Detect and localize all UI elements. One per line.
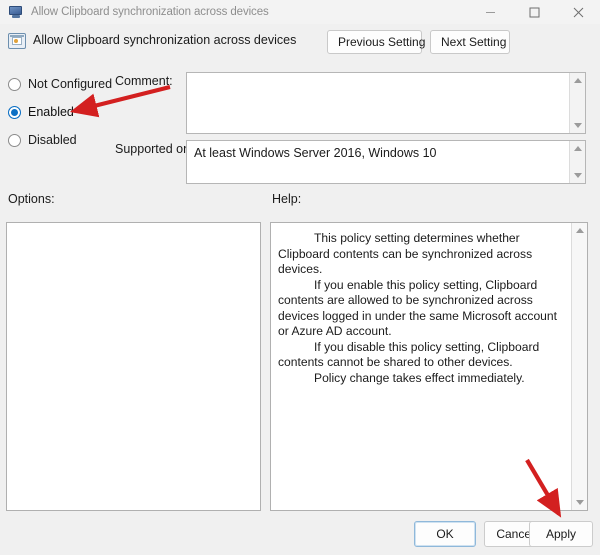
next-setting-button[interactable]: Next Setting [430,30,510,54]
radio-disabled[interactable]: Disabled [8,128,108,152]
scroll-down-icon[interactable] [572,495,588,510]
radio-label-not-configured: Not Configured [28,77,113,91]
radio-label-enabled: Enabled [28,105,74,119]
radio-indicator-not-configured [8,77,21,91]
comment-label: Comment: [115,74,173,88]
maximize-icon[interactable] [512,0,556,24]
radio-enabled[interactable]: Enabled [8,100,108,124]
policy-state-radio-group: Not Configured Enabled Disabled [8,72,112,156]
radio-label-disabled: Disabled [28,133,77,147]
supported-on-label: Supported on: [115,142,194,156]
title-bar[interactable]: Allow Clipboard synchronization across d… [0,0,600,24]
help-paragraph: If you enable this policy setting, Clipb… [278,277,557,339]
help-paragraph: Policy change takes effect immediately. [314,370,525,385]
scroll-up-icon[interactable] [572,223,588,238]
policy-name: Allow Clipboard synchronization across d… [33,33,297,47]
scroll-up-icon[interactable] [570,73,586,88]
policy-setting-icon [8,32,26,50]
options-label: Options: [8,192,55,206]
comment-input[interactable] [187,73,569,133]
options-content [7,223,260,235]
help-paragraph: This policy setting determines whether C… [278,231,533,276]
supported-on-scrollbar[interactable] [569,141,585,183]
help-scrollbar[interactable] [571,223,587,510]
supported-on-field[interactable]: At least Windows Server 2016, Windows 10 [186,140,586,184]
apply-button[interactable]: Apply [529,521,593,547]
minimize-icon[interactable] [468,0,512,24]
help-label: Help: [272,192,302,206]
window-title: Allow Clipboard synchronization across d… [31,6,269,18]
help-text: This policy setting determines whether C… [271,223,571,510]
options-panel[interactable] [6,222,261,511]
help-panel[interactable]: This policy setting determines whether C… [270,222,588,511]
policy-header: Allow Clipboard synchronization across d… [0,28,600,58]
previous-setting-button[interactable]: Previous Setting [327,30,425,54]
supported-on-value: At least Windows Server 2016, Windows 10 [194,146,437,160]
scroll-down-icon[interactable] [570,168,586,183]
radio-indicator-disabled [8,133,21,147]
radio-not-configured[interactable]: Not Configured [8,72,112,96]
comment-scrollbar[interactable] [569,73,585,133]
policy-monitor-icon [8,4,24,20]
help-paragraph: If you disable this policy setting, Clip… [278,339,540,370]
radio-indicator-enabled [8,105,21,119]
close-icon[interactable] [556,0,600,24]
comment-field[interactable] [186,72,586,134]
scroll-down-icon[interactable] [570,118,586,133]
scroll-up-icon[interactable] [570,141,586,156]
window-controls [468,0,600,24]
ok-button[interactable]: OK [414,521,476,547]
